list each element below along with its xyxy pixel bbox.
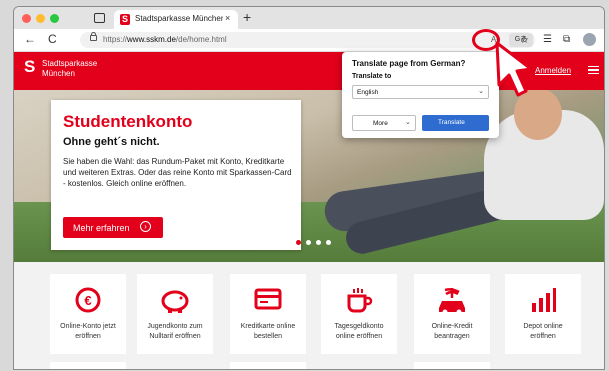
back-arrow-icon[interactable]: ← — [24, 32, 36, 46]
bar-chart-icon — [505, 286, 581, 316]
promo-card: Studentenkonto Ohne geht´s nicht. Sie ha… — [51, 100, 301, 250]
quick-links-section: € Online-Konto jetzt eröffnen Jugendkonto… — [14, 262, 604, 369]
piggy-bank-icon — [137, 286, 213, 316]
translate-popup-title: Translate page from German? — [352, 59, 466, 68]
favorites-icon[interactable]: ☰ — [543, 34, 552, 45]
translate-to-label: Translate to — [352, 73, 392, 80]
tab-active[interactable]: S Stadtsparkasse München | Die × — [114, 10, 238, 29]
arrow-right-icon: › — [140, 221, 151, 232]
translate-popup: Translate page from German? Translate to… — [342, 52, 499, 138]
carousel-dot-3[interactable] — [316, 240, 321, 245]
more-button[interactable]: More ⌄ — [352, 115, 416, 131]
tab-actions-icon[interactable] — [94, 13, 105, 23]
tab-strip: S Stadtsparkasse München | Die × + — [14, 7, 604, 29]
promo-body: Sie haben die Wahl: das Rundum-Paket mit… — [63, 157, 292, 188]
collections-icon[interactable]: ⧉ — [563, 34, 570, 45]
carousel-dot-2[interactable] — [306, 240, 311, 245]
browser-window: S Stadtsparkasse München | Die × + ← C h… — [13, 6, 605, 370]
tile-label: Tagesgeldkonto online eröffnen — [334, 323, 384, 340]
tile-online-konto[interactable]: € Online-Konto jetzt eröffnen — [50, 274, 126, 354]
cup-icon — [321, 286, 397, 316]
tile-label: Online-Kredit beantragen — [431, 323, 473, 340]
tile-depot[interactable]: Depot online eröffnen — [505, 274, 581, 354]
car-palm-icon — [414, 286, 490, 316]
sparkasse-logo-icon[interactable]: S — [24, 57, 35, 77]
menu-icon[interactable] — [588, 66, 599, 74]
tile-online-kredit[interactable]: Online-Kredit beantragen — [414, 274, 490, 354]
hero-banner: Studentenkonto Ohne geht´s nicht. Sie ha… — [14, 90, 604, 262]
carousel-dot-4[interactable] — [326, 240, 331, 245]
translate-button[interactable]: Translate — [422, 115, 489, 131]
site-logo-text[interactable]: Stadtsparkasse München — [42, 59, 97, 79]
learn-more-button[interactable]: Mehr erfahren › — [63, 217, 163, 238]
tile-next-row[interactable] — [230, 362, 306, 369]
address-bar[interactable]: https://www.sskm.de/de/home.html Aᵃ Gあ ☆ — [80, 32, 535, 48]
lock-icon[interactable] — [90, 32, 97, 41]
tile-jugendkonto[interactable]: Jugendkonto zum Nulltarif eröffnen — [137, 274, 213, 354]
maximize-window-button[interactable] — [50, 14, 59, 23]
logo-line-1: Stadtsparkasse — [42, 59, 98, 68]
url-text[interactable]: https://www.sskm.de/de/home.html — [103, 35, 227, 44]
minimize-window-button[interactable] — [36, 14, 45, 23]
tile-label: Kreditkarte online bestellen — [240, 323, 296, 340]
svg-text:€: € — [84, 293, 91, 308]
tile-next-row[interactable] — [50, 362, 126, 369]
tile-label: Depot online eröffnen — [523, 323, 563, 340]
reload-icon[interactable]: C — [48, 32, 57, 46]
tab-close-icon[interactable]: × — [225, 13, 230, 23]
logo-line-2: München — [42, 69, 75, 78]
language-select-value: English — [357, 89, 379, 96]
promo-subtitle: Ohne geht´s nicht. — [63, 136, 160, 148]
url-host: www.sskm.de — [127, 35, 176, 44]
tile-label: Jugendkonto zum Nulltarif eröffnen — [147, 323, 203, 340]
more-label: More — [373, 120, 388, 127]
promo-title: Studentenkonto — [63, 112, 193, 131]
new-tab-button[interactable]: + — [243, 9, 251, 25]
tab-title: Stadtsparkasse München | Die — [135, 14, 223, 23]
profile-avatar[interactable] — [583, 33, 596, 46]
sparkasse-favicon-icon: S — [120, 14, 130, 25]
chevron-down-icon: ⌄ — [478, 88, 484, 95]
tile-next-row[interactable] — [414, 362, 490, 369]
learn-more-label: Mehr erfahren — [73, 223, 130, 233]
close-window-button[interactable] — [22, 14, 31, 23]
login-link[interactable]: Anmelden — [535, 66, 571, 75]
tile-kreditkarte[interactable]: Kreditkarte online bestellen — [230, 274, 306, 354]
tile-tagesgeldkonto[interactable]: Tagesgeldkonto online eröffnen — [321, 274, 397, 354]
euro-coin-icon: € — [50, 286, 126, 316]
language-select[interactable]: English ⌄ — [352, 85, 489, 99]
translate-label: Translate — [438, 119, 465, 126]
carousel-dot-1[interactable] — [296, 240, 301, 245]
pointer-arrow-icon — [495, 41, 533, 97]
chevron-down-icon: ⌄ — [405, 119, 411, 126]
credit-card-icon — [230, 286, 306, 316]
tile-label: Online-Konto jetzt eröffnen — [60, 323, 116, 340]
